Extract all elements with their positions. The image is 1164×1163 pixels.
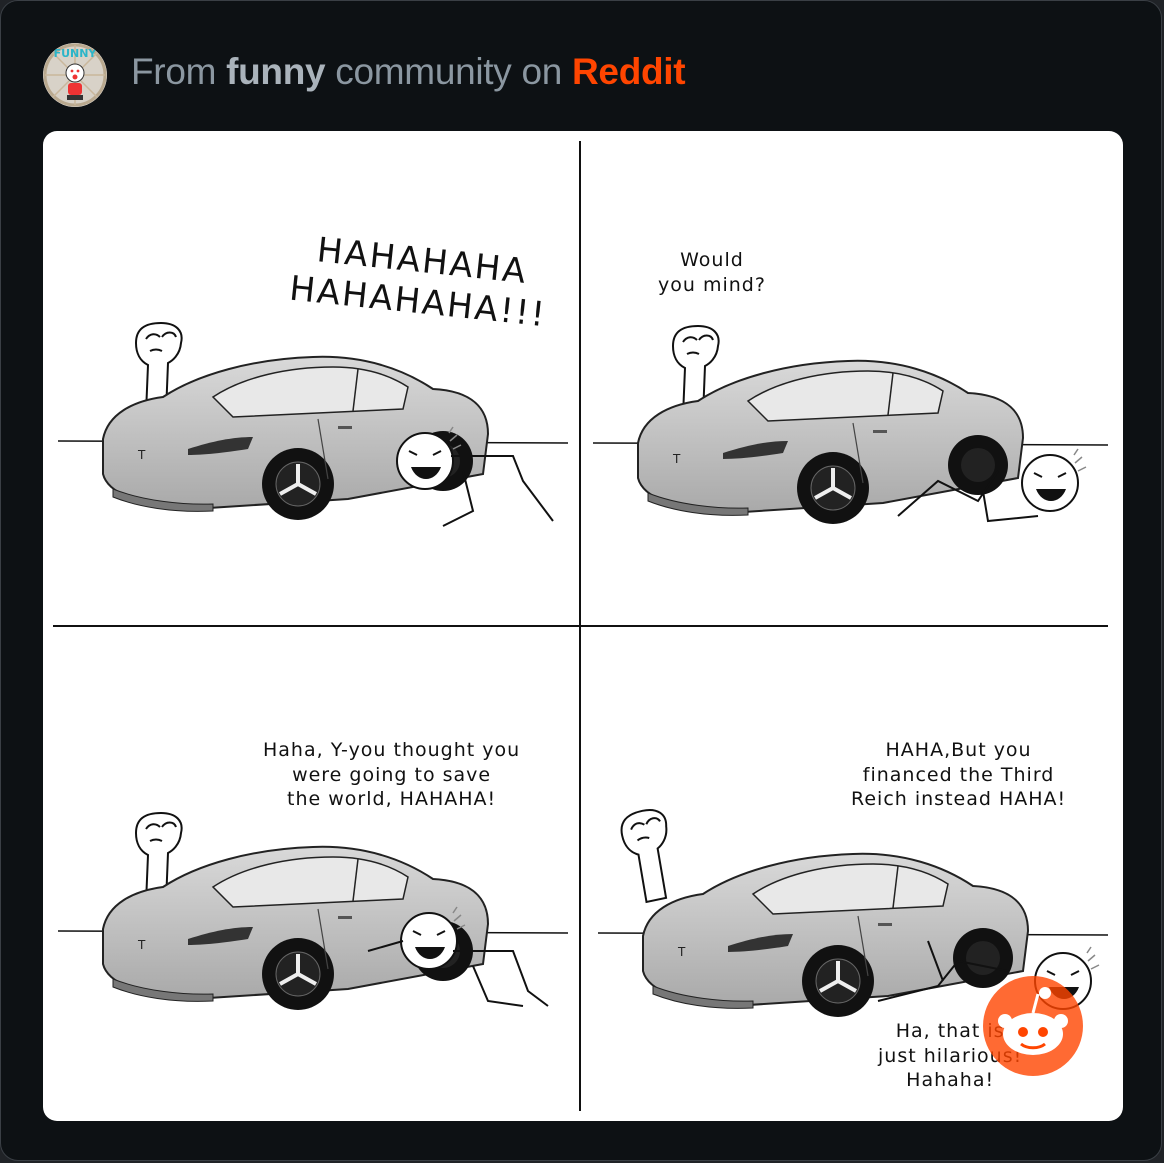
reddit-snoo-icon[interactable] [983,976,1083,1076]
embed-frame: FUNNY From funny community on Reddit T H… [0,0,1162,1161]
header-from: From [131,51,217,92]
panel-4-speech: HAHA,But you financed the Third Reich in… [851,739,1067,811]
panel-3 [57,812,569,1012]
comic-drawing: T [53,141,1109,1111]
svg-text:FUNNY: FUNNY [54,47,98,60]
panel-3-speech: Haha, Y-you thought you were going to sa… [263,739,521,811]
community-avatar[interactable]: FUNNY [43,43,107,107]
panel-2 [592,325,1109,526]
header-middle: community on [335,51,563,92]
embed-header: From funny community on Reddit [131,51,686,93]
reddit-link[interactable]: Reddit [572,51,686,92]
panel-1 [57,322,569,527]
panel-2-speech: Would you mind? [658,249,766,296]
comic-card[interactable]: T HAHAHAHA HAHAHAHA!!! Would you mind? H… [43,131,1123,1121]
community-name-link[interactable]: funny [226,51,326,92]
